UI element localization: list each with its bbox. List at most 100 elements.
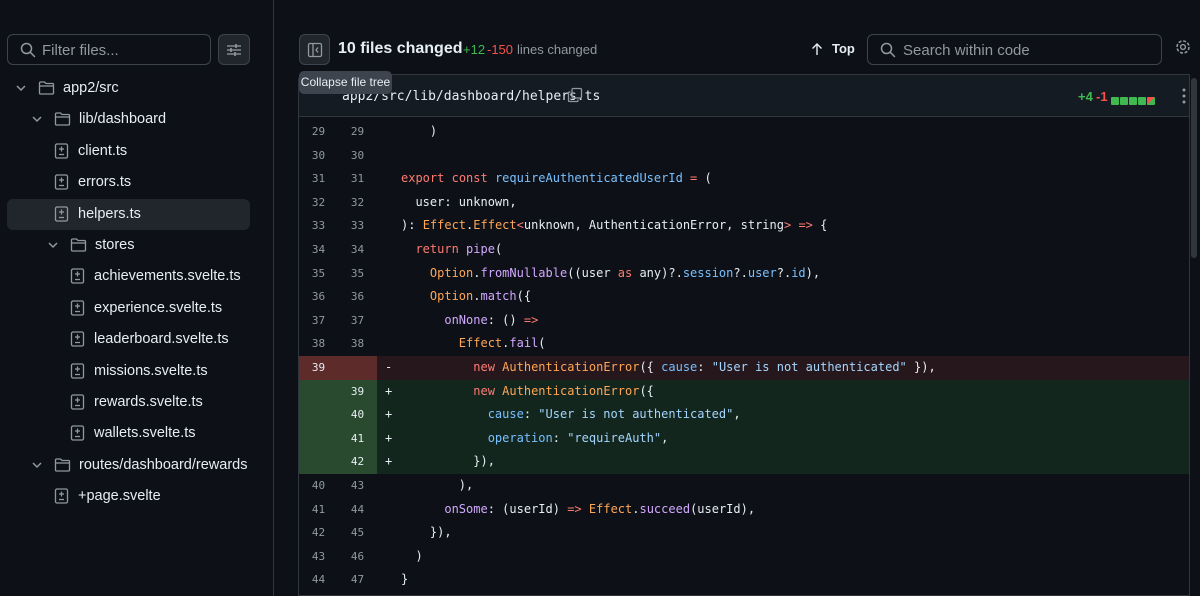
code-token: pipe [466,242,495,256]
search-within-code-box[interactable] [867,34,1162,65]
scroll-to-top-button[interactable]: Top [806,37,858,63]
new-line-number[interactable]: 31 [338,167,377,191]
code-text: ): Effect.Effect<unknown, Authentication… [401,214,827,238]
code-token: Option [429,289,474,304]
old-line-number[interactable]: 44 [299,568,338,592]
diff-sign: + [385,383,393,398]
new-line-number[interactable]: 34 [338,238,377,262]
new-line-number[interactable]: 37 [338,309,377,333]
code-token: : (userId) [487,501,568,516]
kebab-menu-icon[interactable] [1181,87,1187,105]
tree-folder[interactable]: routes/dashboard/rewards [7,450,250,481]
old-line-number[interactable]: 43 [299,545,338,569]
tree-item-label: app2/src [63,80,119,96]
tree-file[interactable]: experience.svelte.ts [7,293,250,324]
code-token: ( [494,242,503,256]
file-diff-icon [54,143,69,159]
old-line-number[interactable] [299,426,338,451]
filter-settings-button[interactable] [218,34,250,65]
new-line-number[interactable]: 36 [338,285,377,309]
filter-files-input-box[interactable] [7,34,211,65]
old-line-number[interactable] [299,403,338,427]
context-line: 40 43 ), [299,474,1189,498]
old-line-number[interactable]: 33 [299,214,338,238]
new-line-number[interactable]: 43 [338,474,377,498]
old-line-number[interactable]: 31 [299,167,338,191]
old-line-number[interactable] [299,379,338,404]
new-line-number[interactable]: 33 [338,214,377,238]
tree-file[interactable]: wallets.svelte.ts [7,418,250,449]
code-token: Effect [473,218,517,233]
context-line: 33 33 ): Effect.Effect<unknown, Authentica… [299,214,1189,238]
tree-file[interactable]: achievements.svelte.ts [7,261,250,292]
tree-file[interactable]: leaderboard.svelte.ts [7,324,250,355]
old-line-number[interactable]: 42 [299,521,338,545]
tree-file[interactable]: helpers.ts [7,198,250,230]
new-line-number[interactable]: 30 [338,144,377,168]
gear-icon [1176,40,1190,54]
old-line-number[interactable]: 41 [299,498,338,522]
code-token: ({ [516,289,532,304]
diff-settings-button[interactable] [1174,38,1196,60]
code-text: user: unknown, [401,191,516,215]
copy-icon[interactable] [567,87,583,103]
code-token: cause [487,407,524,422]
old-line-number[interactable]: 38 [299,332,338,356]
tree-folder[interactable]: app2/src [7,73,250,104]
old-line-number[interactable]: 30 [299,144,338,168]
added-line: 42 + }), [299,450,1189,474]
old-line-number[interactable]: 36 [299,285,338,309]
tree-file[interactable]: errors.ts [7,167,250,198]
new-line-number[interactable] [338,356,377,380]
file-diff-icon [70,268,85,285]
old-line-number[interactable]: 32 [299,191,338,215]
scrollbar[interactable] [1189,74,1198,596]
scrollbar-thumb[interactable] [1191,78,1197,258]
old-line-number[interactable]: 29 [299,120,338,144]
code-token: : [552,430,568,445]
new-line-number[interactable]: 46 [338,545,377,569]
chevron-down-icon[interactable] [47,239,59,251]
chevron-down-icon[interactable] [31,459,43,471]
code-token: session [682,265,734,280]
chevron-down-icon[interactable] [31,113,43,125]
lines-changed-label: lines changed [517,42,598,57]
new-line-number[interactable]: 44 [338,498,377,522]
tree-folder[interactable]: stores [7,230,250,261]
new-line-number[interactable]: 45 [338,521,377,545]
new-line-number[interactable]: 29 [338,120,377,144]
new-line-number[interactable]: 42 [338,450,377,474]
old-line-number[interactable] [299,450,338,474]
old-line-number[interactable]: 40 [299,474,338,498]
old-line-number[interactable]: 34 [299,238,338,262]
new-line-number[interactable]: 38 [338,332,377,356]
tree-item-label: leaderboard.svelte.ts [94,331,229,348]
tree-file[interactable]: +page.svelte [7,481,250,512]
tree-folder[interactable]: lib/dashboard [7,104,250,135]
search-within-code-input[interactable] [903,39,1153,61]
old-line-number[interactable]: 37 [299,309,338,333]
old-line-number[interactable]: 39 [299,356,338,380]
code-text: new AuthenticationError({ cause: "User i… [401,356,935,380]
old-line-number[interactable]: 35 [299,262,338,286]
tree-file[interactable]: missions.svelte.ts [7,356,250,387]
folder-icon [54,112,71,127]
new-line-number[interactable]: 41 [338,426,377,451]
chevron-down-icon[interactable] [15,82,27,94]
new-line-number[interactable]: 39 [338,379,377,404]
tree-file[interactable]: rewards.svelte.ts [7,387,250,418]
tree-item-label: rewards.svelte.ts [94,394,203,410]
context-line: 38 38 Effect.fail( [299,332,1189,356]
new-line-number[interactable]: 40 [338,403,377,427]
new-line-number[interactable]: 47 [338,568,377,592]
collapse-file-tree-button[interactable] [299,34,330,65]
new-line-number[interactable]: 32 [338,191,377,215]
code-token: { [812,218,828,233]
filter-files-input[interactable] [42,39,202,61]
code-text: ) [401,545,422,569]
diffstat-square [1138,97,1146,105]
tree-file[interactable]: client.ts [7,136,250,167]
new-line-number[interactable]: 35 [338,262,377,286]
